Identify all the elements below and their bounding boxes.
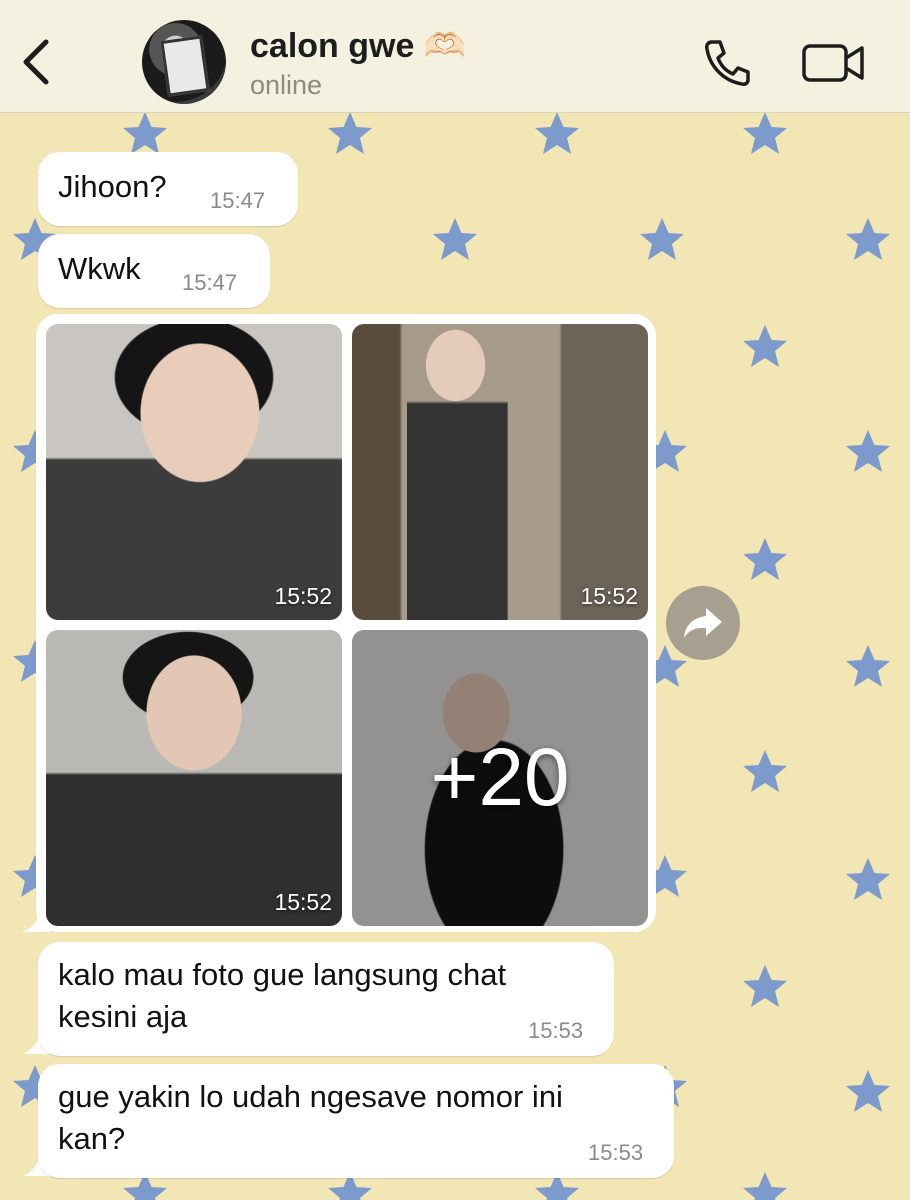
- media-group-bubble[interactable]: 15:52 15:52 15:52 +20: [36, 314, 656, 932]
- more-photos-thumbnail[interactable]: +20: [352, 630, 648, 926]
- photo-time: 15:52: [580, 583, 638, 609]
- contact-status: online: [250, 70, 323, 100]
- video-call-icon[interactable]: [800, 40, 866, 86]
- message-text: gue yakin lo udah ngesave nomor ini kan?: [58, 1079, 563, 1156]
- chat-header: calon gwe 🫶🏻 online: [0, 0, 910, 113]
- photo-thumbnail[interactable]: 15:52: [352, 324, 648, 620]
- message-bubble[interactable]: Jihoon? 15:47: [38, 152, 298, 226]
- photo-time: 15:52: [274, 889, 332, 915]
- message-text: Wkwk: [58, 251, 141, 286]
- message-text: kalo mau foto gue langsung chat kesini a…: [58, 957, 507, 1034]
- photo-thumbnail[interactable]: 15:52: [46, 630, 342, 926]
- message-bubble[interactable]: gue yakin lo udah ngesave nomor ini kan?…: [38, 1064, 674, 1178]
- message-text: Jihoon?: [58, 169, 167, 204]
- back-icon[interactable]: [18, 36, 58, 88]
- forward-button[interactable]: [666, 586, 740, 660]
- contact-name[interactable]: calon gwe 🫶🏻: [250, 26, 466, 66]
- message-time: 15:47: [182, 270, 238, 295]
- photo-thumbnail[interactable]: 15:52: [46, 324, 342, 620]
- photo-time: 15:52: [274, 583, 332, 609]
- message-time: 15:53: [588, 1140, 644, 1165]
- phone-icon[interactable]: [700, 36, 754, 90]
- contact-avatar[interactable]: [142, 20, 226, 104]
- message-time: 15:53: [528, 1018, 584, 1043]
- more-photos-count: +20: [430, 732, 570, 823]
- message-bubble[interactable]: kalo mau foto gue langsung chat kesini a…: [38, 942, 614, 1056]
- message-bubble[interactable]: Wkwk 15:47: [38, 234, 270, 308]
- forward-icon: [684, 608, 722, 638]
- message-time: 15:47: [210, 188, 266, 213]
